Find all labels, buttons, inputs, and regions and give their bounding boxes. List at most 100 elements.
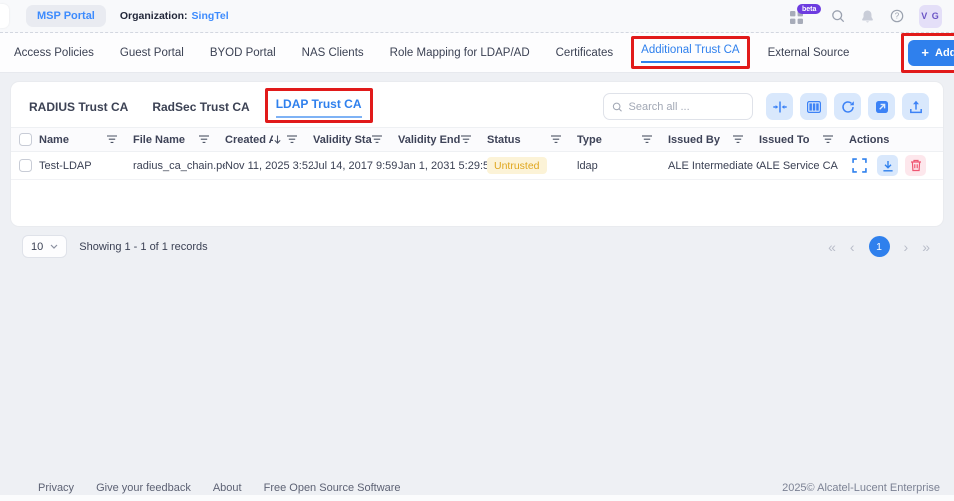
beta-badge: beta: [797, 4, 822, 14]
footer-link-feedback[interactable]: Give your feedback: [96, 482, 191, 494]
filter-icon[interactable]: [642, 135, 652, 144]
filter-icon[interactable]: [461, 135, 471, 144]
search-input[interactable]: [628, 100, 744, 113]
column-header-issued-by[interactable]: Issued By: [668, 134, 759, 146]
cell-issued-by: ALE Intermediate CA: [668, 159, 759, 172]
fit-columns-icon: [772, 101, 787, 112]
copyright-text: 2025© Alcatel-Lucent Enterprise: [782, 482, 940, 494]
tab-guest-portal[interactable]: Guest Portal: [120, 47, 184, 59]
filter-icon[interactable]: [199, 135, 209, 144]
download-icon: [882, 160, 893, 171]
chevron-down-icon: [50, 244, 58, 249]
footer-link-about[interactable]: About: [213, 482, 242, 494]
filter-icon[interactable]: [823, 135, 833, 144]
fit-columns-button[interactable]: [766, 93, 793, 120]
footer-link-foss[interactable]: Free Open Source Software: [264, 482, 401, 494]
cell-created-at: Nov 11, 2025 3:52:...: [225, 159, 313, 172]
status-badge-untrusted: Untrusted: [487, 157, 547, 174]
expand-icon: [852, 158, 867, 173]
cell-name: Test-LDAP: [39, 159, 92, 172]
filter-icon[interactable]: [287, 135, 297, 144]
row-checkbox[interactable]: [18, 159, 32, 172]
column-header-file-name[interactable]: File Name: [133, 134, 225, 146]
refresh-icon: [841, 100, 854, 113]
cell-issued-to: ALE Service CA: [759, 159, 838, 172]
notifications-bell-icon[interactable]: [860, 9, 875, 24]
subtab-radsec-trust-ca[interactable]: RadSec Trust CA: [152, 100, 249, 114]
columns-icon: [806, 100, 821, 113]
filter-icon[interactable]: [107, 135, 117, 144]
column-header-type[interactable]: Type: [577, 134, 668, 146]
tab-external-source[interactable]: External Source: [768, 47, 850, 59]
bottom-edge-strip: [0, 495, 954, 501]
download-row-button[interactable]: [877, 155, 898, 176]
tab-certificates[interactable]: Certificates: [556, 47, 614, 59]
search-icon[interactable]: [831, 9, 845, 23]
sidebar-handle[interactable]: [0, 4, 9, 28]
trash-icon: [910, 159, 921, 172]
annotation-box-add-trust-authority: + Add trust authority: [901, 32, 954, 73]
annotation-box-additional-trust-ca: Additional Trust CA: [631, 36, 750, 69]
add-trust-authority-label: Add trust authority: [935, 46, 954, 59]
top-header-bar: MSP Portal Organization: SingTel beta ? V…: [0, 0, 954, 33]
column-header-validity-end[interactable]: Validity End Time: [398, 134, 487, 146]
organization-label: Organization:: [119, 10, 188, 22]
main-tab-bar: Access Policies Guest Portal BYOD Portal…: [0, 32, 954, 73]
sort-descending-icon[interactable]: [273, 134, 282, 145]
refresh-button[interactable]: [834, 93, 861, 120]
search-icon: [612, 102, 622, 112]
tab-nas-clients[interactable]: NAS Clients: [302, 47, 364, 59]
delete-row-button[interactable]: [905, 155, 926, 176]
table-row[interactable]: Test-LDAP radius_ca_chain.pem Nov 11, 20…: [11, 152, 943, 180]
cell-file-name: radius_ca_chain.pem: [133, 159, 225, 172]
prev-page-button[interactable]: ‹: [850, 240, 855, 254]
filter-icon[interactable]: [372, 135, 382, 144]
svg-text:?: ?: [895, 12, 900, 21]
column-header-actions: Actions: [849, 133, 890, 146]
filter-icon[interactable]: [551, 135, 561, 144]
tab-role-mapping-ldap-ad[interactable]: Role Mapping for LDAP/AD: [390, 47, 530, 59]
column-header-status[interactable]: Status: [487, 134, 577, 146]
tab-additional-trust-ca[interactable]: Additional Trust CA: [641, 44, 740, 63]
last-page-button[interactable]: »: [922, 240, 930, 254]
page-size-select[interactable]: 10: [22, 235, 68, 258]
footer-link-privacy[interactable]: Privacy: [38, 482, 74, 494]
add-trust-authority-button[interactable]: + Add trust authority: [908, 39, 954, 66]
page-footer: Privacy Give your feedback About Free Op…: [0, 482, 954, 494]
upload-button[interactable]: [902, 93, 929, 120]
column-header-validity-start[interactable]: Validity Start Ti...: [313, 134, 398, 146]
column-header-issued-to[interactable]: Issued To: [759, 134, 849, 146]
open-export-button[interactable]: [868, 93, 895, 120]
table-header-row: Name File Name Created At Validity Start…: [11, 127, 943, 152]
tab-byod-portal[interactable]: BYOD Portal: [210, 47, 276, 59]
column-header-created-at[interactable]: Created At: [225, 134, 313, 146]
organization-value[interactable]: SingTel: [192, 10, 229, 22]
page-content: RADIUS Trust CA RadSec Trust CA LDAP Tru…: [0, 73, 954, 258]
pagination-bar: 10 Showing 1 - 1 of 1 records « ‹ 1 › »: [10, 227, 944, 258]
expand-row-button[interactable]: [849, 155, 870, 176]
next-page-button[interactable]: ›: [904, 240, 909, 254]
annotation-box-ldap-trust-ca: LDAP Trust CA: [264, 88, 373, 123]
subtab-bar: RADIUS Trust CA RadSec Trust CA LDAP Tru…: [29, 88, 373, 123]
subtab-radius-trust-ca[interactable]: RADIUS Trust CA: [29, 100, 128, 114]
select-all-checkbox[interactable]: [18, 133, 32, 146]
subtab-ldap-trust-ca[interactable]: LDAP Trust CA: [275, 97, 362, 118]
tab-access-policies[interactable]: Access Policies: [14, 47, 94, 59]
user-avatar[interactable]: V G: [919, 4, 942, 28]
upload-icon: [909, 100, 922, 113]
cell-validity-start: Jul 14, 2017 9:59:1...: [313, 159, 398, 172]
cell-type: ldap: [577, 159, 598, 172]
table-empty-area: [11, 180, 943, 226]
apps-menu-button[interactable]: beta: [790, 4, 822, 27]
help-icon[interactable]: ?: [890, 9, 904, 23]
trust-ca-card: RADIUS Trust CA RadSec Trust CA LDAP Tru…: [10, 81, 944, 227]
current-page-button[interactable]: 1: [868, 236, 890, 257]
filter-icon[interactable]: [733, 135, 743, 144]
msp-portal-badge[interactable]: MSP Portal: [26, 5, 106, 27]
columns-button[interactable]: [800, 93, 827, 120]
records-summary: Showing 1 - 1 of 1 records: [79, 240, 208, 253]
column-header-name[interactable]: Name: [39, 134, 133, 146]
search-box: [603, 93, 753, 120]
organization: Organization: SingTel: [120, 10, 229, 22]
first-page-button[interactable]: «: [828, 240, 836, 254]
